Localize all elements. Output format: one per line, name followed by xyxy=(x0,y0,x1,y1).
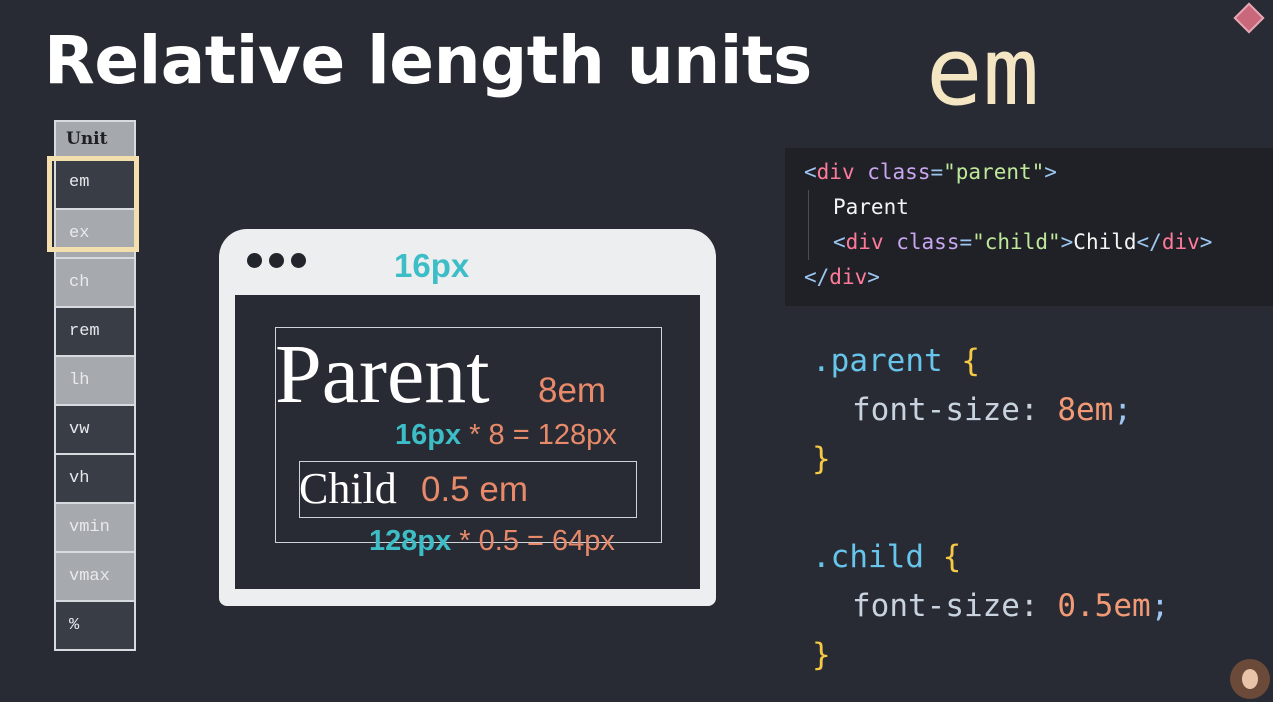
unit-highlight-frame xyxy=(47,156,139,252)
css-parent-rule-close: } xyxy=(812,441,831,477)
window-dot-icon xyxy=(291,253,306,268)
presenter-avatar xyxy=(1230,659,1270,699)
html-line-3: <div class="child">Child</div> xyxy=(833,230,1213,254)
window-dot-icon xyxy=(269,253,284,268)
child-unit-label: 0.5 em xyxy=(421,470,528,509)
unit-row: % xyxy=(56,602,134,649)
child-demo-text: Child xyxy=(299,464,397,513)
parent-demo-text: Parent xyxy=(275,328,490,421)
css-parent-rule-open: .parent { xyxy=(812,343,980,379)
html-line-4: </div> xyxy=(804,265,880,289)
page-title: Relative length units xyxy=(44,22,812,99)
child-calculation: 128px * 0.5 = 64px xyxy=(369,525,615,557)
browser-mockup: 16px Parent 8em 16px * 8 = 128px Child 0… xyxy=(219,229,716,606)
html-code-panel: <div class="parent"> Parent <div class="… xyxy=(785,148,1273,306)
parent-calculation: 16px * 8 = 128px xyxy=(395,419,617,451)
unit-row: ch xyxy=(56,259,134,306)
browser-viewport: Parent 8em 16px * 8 = 128px Child 0.5 em… xyxy=(235,295,700,589)
base-font-size-label: 16px xyxy=(394,247,470,284)
diamond-logo-icon xyxy=(1233,2,1265,34)
html-line-2: Parent xyxy=(833,195,909,219)
window-dot-icon xyxy=(247,253,262,268)
css-parent-declaration: font-size: 8em; xyxy=(852,392,1132,428)
unit-table-header: Unit xyxy=(56,122,134,156)
unit-row: vmin xyxy=(56,504,134,551)
unit-row: vw xyxy=(56,406,134,453)
css-child-declaration: font-size: 0.5em; xyxy=(852,588,1170,624)
unit-row: vmax xyxy=(56,553,134,600)
unit-row: lh xyxy=(56,357,134,404)
unit-row: vh xyxy=(56,455,134,502)
css-child-rule-close: } xyxy=(812,637,831,673)
parent-unit-label: 8em xyxy=(538,371,607,410)
indent-guide xyxy=(808,190,809,260)
current-unit-heading: em xyxy=(926,18,1040,127)
window-controls xyxy=(247,253,306,268)
html-line-1: <div class="parent"> xyxy=(804,160,1057,184)
css-child-rule-open: .child { xyxy=(812,539,962,575)
unit-row: rem xyxy=(56,308,134,355)
